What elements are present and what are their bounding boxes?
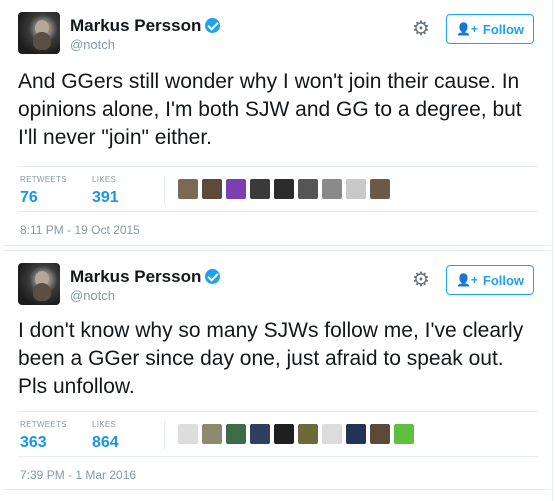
liker-avatar[interactable] [370, 179, 390, 199]
author-name-text: Markus Persson [70, 267, 202, 286]
tweet-header: Markus Persson @notch ⚙ 👤+ Follow [18, 12, 538, 56]
retweets-stat[interactable]: RETWEETS 363 [20, 420, 67, 452]
verified-badge-icon [205, 269, 221, 284]
liker-avatar[interactable] [250, 179, 270, 199]
retweets-stat[interactable]: RETWEETS 76 [20, 175, 67, 207]
liker-avatar[interactable] [226, 179, 246, 199]
liker-avatars [178, 424, 414, 446]
stats-divider [164, 421, 165, 449]
liker-avatar[interactable] [346, 424, 366, 444]
likes-stat[interactable]: LIKES 864 [92, 420, 119, 452]
retweets-label: RETWEETS [20, 175, 67, 184]
likes-stat[interactable]: LIKES 391 [92, 175, 119, 207]
liker-avatar[interactable] [202, 424, 222, 444]
tweet-timestamp[interactable]: 8:11 PM - 19 Oct 2015 [20, 223, 140, 237]
author-handle[interactable]: @notch [70, 37, 115, 52]
retweets-count: 76 [20, 189, 38, 206]
add-user-icon: 👤+ [455, 22, 478, 36]
follow-button[interactable]: 👤+ Follow [446, 265, 534, 295]
liker-avatar[interactable] [322, 179, 342, 199]
liker-avatar[interactable] [250, 424, 270, 444]
liker-avatar[interactable] [322, 424, 342, 444]
likes-label: LIKES [92, 420, 117, 429]
liker-avatar[interactable] [178, 424, 198, 444]
liker-avatar[interactable] [274, 424, 294, 444]
follow-label: Follow [482, 272, 525, 288]
liker-avatar[interactable] [394, 424, 414, 444]
avatar[interactable] [18, 12, 60, 54]
tweet-text: And GGers still wonder why I won't join … [18, 70, 522, 149]
liker-avatar[interactable] [346, 179, 366, 199]
retweets-label: RETWEETS [20, 420, 67, 429]
liker-avatars [178, 179, 390, 201]
tweet-timestamp[interactable]: 7:39 PM - 1 Mar 2016 [20, 468, 136, 482]
tweet-stats: RETWEETS 363 LIKES 864 [18, 411, 538, 457]
tweet-stats: RETWEETS 76 LIKES 391 [18, 166, 538, 212]
author-name[interactable]: Markus Persson [70, 16, 221, 36]
tweet-text: I don't know why so many SJWs follow me,… [18, 319, 524, 398]
verified-badge-icon [205, 18, 221, 33]
frame-border [552, 0, 553, 501]
gear-icon[interactable]: ⚙ [410, 269, 432, 291]
avatar[interactable] [18, 263, 60, 305]
author-handle[interactable]: @notch [70, 288, 115, 303]
likes-count: 864 [92, 434, 119, 451]
follow-button[interactable]: 👤+ Follow [446, 14, 534, 44]
liker-avatar[interactable] [202, 179, 222, 199]
tweet-header: Markus Persson @notch ⚙ 👤+ Follow [18, 263, 538, 307]
likes-label: LIKES [92, 175, 117, 184]
liker-avatar[interactable] [178, 179, 198, 199]
author-name-text: Markus Persson [70, 16, 202, 35]
liker-avatar[interactable] [298, 179, 318, 199]
stats-divider [164, 176, 165, 204]
add-user-icon: 👤+ [455, 273, 478, 287]
gear-icon[interactable]: ⚙ [410, 18, 432, 40]
liker-avatar[interactable] [298, 424, 318, 444]
liker-avatar[interactable] [274, 179, 294, 199]
follow-label: Follow [482, 21, 525, 37]
retweets-count: 363 [20, 434, 47, 451]
author-name[interactable]: Markus Persson [70, 267, 221, 287]
tweet-card: Markus Persson @notch ⚙ 👤+ Follow And GG… [4, 0, 550, 246]
liker-avatar[interactable] [226, 424, 246, 444]
likes-count: 391 [92, 189, 119, 206]
tweet-card: Markus Persson @notch ⚙ 👤+ Follow I don'… [4, 250, 550, 490]
liker-avatar[interactable] [370, 424, 390, 444]
